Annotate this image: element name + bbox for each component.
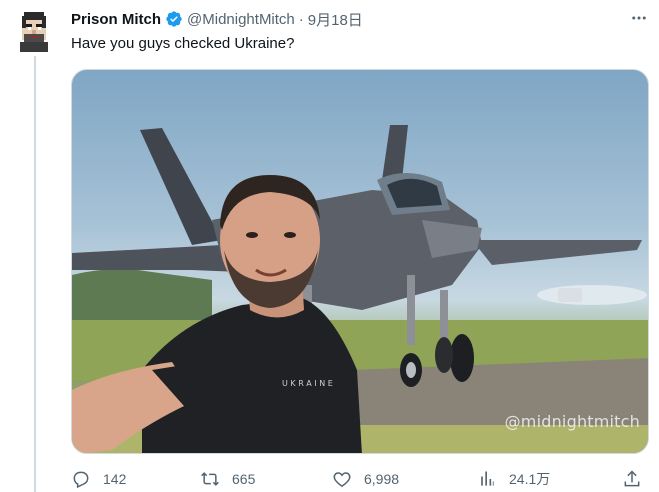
tweet-card[interactable]: Prison Mitch @MidnightMitch · 9月18日 Have…	[0, 0, 659, 492]
like-count: 6,998	[364, 471, 400, 487]
views-count: 24.1万	[509, 471, 551, 487]
reply-count: 142	[103, 471, 127, 487]
tweet-actions-bar: 142 665 6,998 24.1万	[71, 467, 649, 491]
heart-icon	[333, 472, 351, 487]
shirt-text: U K R A I N E	[282, 379, 333, 388]
user-handle[interactable]: @MidnightMitch	[187, 11, 295, 28]
retweet-count: 665	[232, 471, 256, 487]
tweet-header: Prison Mitch @MidnightMitch · 9月18日	[71, 9, 363, 29]
like-button[interactable]: 6,998	[332, 467, 399, 491]
views-button[interactable]: 24.1万	[477, 467, 550, 491]
pixel-avatar-image	[16, 8, 52, 52]
thread-line	[34, 56, 36, 492]
retweet-icon	[201, 472, 219, 486]
display-name[interactable]: Prison Mitch	[71, 11, 161, 28]
tweet-date[interactable]: 9月18日	[308, 9, 363, 30]
share-icon	[624, 470, 640, 487]
more-dots-icon[interactable]	[629, 8, 649, 28]
tweet-media-image[interactable]: U K R A I N E @midnightmitch	[71, 69, 649, 454]
avatar[interactable]	[16, 8, 52, 52]
share-button[interactable]	[622, 467, 642, 491]
verified-badge-icon[interactable]	[165, 10, 183, 28]
reply-icon	[73, 471, 89, 489]
media-watermark: @midnightmitch	[504, 412, 640, 431]
views-chart-icon	[481, 471, 494, 486]
retweet-button[interactable]: 665	[200, 467, 255, 491]
selfie-with-jet-illustration: U K R A I N E	[72, 125, 648, 453]
reply-button[interactable]: 142	[71, 467, 126, 491]
tweet-text: Have you guys checked Ukraine?	[71, 35, 295, 52]
separator-dot: ·	[298, 10, 304, 28]
